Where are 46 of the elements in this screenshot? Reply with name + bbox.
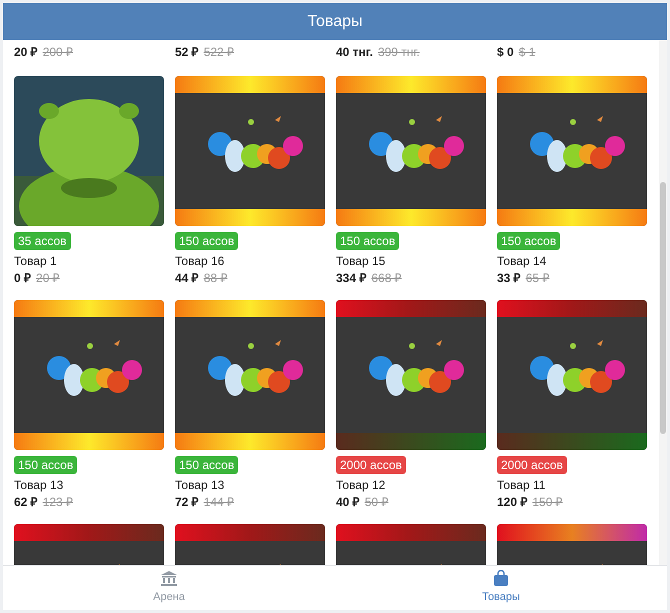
price: 40 тнг. <box>336 44 373 60</box>
badge: 2000 ассов <box>336 456 406 474</box>
old-price: 668 ₽ <box>371 270 402 286</box>
price: 0 ₽ <box>14 270 32 286</box>
price: 44 ₽ <box>175 270 199 286</box>
old-price: $ 1 <box>518 44 536 60</box>
product-name: Товар 13 <box>175 477 224 493</box>
old-price: 144 ₽ <box>204 494 234 510</box>
page-title: Товары <box>307 12 363 32</box>
product-name: Товар 16 <box>175 253 224 269</box>
product-name: Товар 13 <box>14 477 64 493</box>
price: 40 ₽ <box>336 494 360 510</box>
price: 334 ₽ <box>336 270 366 286</box>
price: $ 0 <box>497 44 514 60</box>
price: 33 ₽ <box>497 270 521 286</box>
price: 120 ₽ <box>497 494 528 510</box>
old-price: 50 ₽ <box>364 494 388 510</box>
product-name: Товар 1 <box>14 253 57 269</box>
badge: 150 ассов <box>497 232 560 250</box>
product-name: Товар 14 <box>497 253 546 269</box>
price: 20 ₽ <box>14 44 38 60</box>
badge: 150 ассов <box>336 232 400 250</box>
bank-icon <box>161 570 177 586</box>
price: 62 ₽ <box>14 494 38 510</box>
price: 72 ₽ <box>175 494 199 510</box>
old-price: 150 ₽ <box>532 494 563 510</box>
product-name: Товар 11 <box>497 477 546 493</box>
price: 52 ₽ <box>175 44 199 60</box>
badge: 150 ассов <box>175 232 238 250</box>
badge: 35 ассов <box>14 232 71 250</box>
old-price: 20 ₽ <box>36 270 60 286</box>
product-name: Товар 15 <box>336 253 386 269</box>
old-price: 88 ₽ <box>204 270 228 286</box>
nav-tab[interactable]: Арена <box>3 566 335 610</box>
badge: 150 ассов <box>175 456 238 474</box>
old-price: 65 ₽ <box>526 270 550 286</box>
nav-tab[interactable]: Товары <box>335 566 667 610</box>
scrollbar[interactable] <box>659 40 667 565</box>
bag-icon <box>494 570 508 586</box>
old-price: 200 ₽ <box>42 44 74 60</box>
old-price: 522 ₽ <box>204 44 234 60</box>
product-name: Товар 12 <box>336 477 386 493</box>
badge: 2000 ассов <box>497 456 567 474</box>
badge: 150 ассов <box>14 456 78 474</box>
old-price: 399 тнг. <box>378 44 420 60</box>
old-price: 123 ₽ <box>42 494 74 510</box>
